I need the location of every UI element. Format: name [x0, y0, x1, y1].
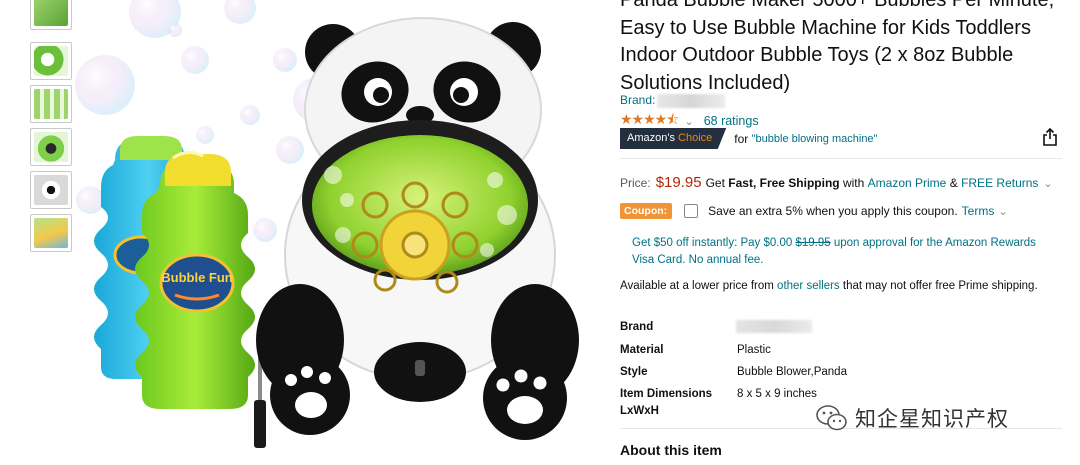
amazons-choice-row: Amazon's Choice for "bubble blowing mach… — [620, 128, 877, 149]
spec-value: Plastic — [737, 344, 771, 356]
offer-strike-price: $19.95 — [795, 237, 831, 249]
share-icon[interactable] — [1042, 128, 1058, 146]
spec-key: Material — [620, 344, 664, 356]
get-label: Get — [705, 176, 725, 190]
amp-label: & — [949, 176, 958, 190]
divider — [620, 158, 1062, 159]
brand-value-redacted — [736, 320, 812, 333]
thumbnail-5[interactable] — [30, 171, 72, 209]
price-row: Price: $19.95 Get Fast, Free Shipping wi… — [620, 174, 1053, 191]
thumbnail-2[interactable] — [30, 42, 72, 80]
brand-row: Brand: — [620, 93, 726, 108]
price-label: Price: — [620, 176, 651, 190]
choice-for-label: for — [734, 131, 749, 146]
badge-prefix: Amazon's — [627, 132, 675, 144]
thumbnail-6[interactable] — [30, 214, 72, 252]
spec-key: Style — [620, 366, 648, 378]
free-returns-link[interactable]: FREE Returns — [961, 176, 1038, 190]
offer-text-1: Get $50 off instantly: Pay $0.00 — [632, 237, 793, 249]
availability-note: Available at a lower price from other se… — [620, 278, 1050, 295]
coupon-terms-link[interactable]: Terms — [962, 204, 995, 218]
coupon-row: Coupon: Save an extra 5% when you apply … — [620, 203, 1008, 219]
about-this-item-heading: About this item — [620, 442, 722, 458]
spec-key: Brand — [620, 321, 654, 333]
ratings-count-link[interactable]: 68 ratings — [704, 114, 759, 128]
badge-suffix: Choice — [678, 132, 713, 144]
choice-keyword-link[interactable]: "bubble blowing machine" — [752, 133, 878, 145]
brand-name-redacted[interactable] — [657, 93, 726, 108]
availability-text-2: that may not offer free Prime shipping. — [842, 280, 1038, 292]
with-label: with — [842, 176, 865, 190]
chevron-down-icon[interactable]: ⌄ — [998, 205, 1007, 218]
chevron-down-icon[interactable]: ⌄ — [1043, 177, 1052, 190]
spec-key: Item Dimensions LxWxH — [620, 388, 713, 417]
watermark: 知企星知识产权 — [815, 403, 1009, 433]
bottle-label-text: Bubble Fun — [161, 270, 233, 285]
thumbnail-1[interactable] — [30, 0, 72, 30]
amazon-prime-link[interactable]: Amazon Prime — [868, 176, 947, 190]
wechat-icon — [816, 405, 847, 431]
availability-text-1: Available at a lower price from — [620, 280, 774, 292]
spec-value: 8 x 5 x 9 inches — [737, 388, 817, 400]
product-title: Panda Bubble Maker 5000+ Bubbles Per Min… — [620, 0, 1055, 94]
thumbnail-4[interactable] — [30, 128, 72, 166]
shipping-label: Fast, Free Shipping — [728, 176, 840, 190]
chevron-down-icon[interactable]: ⌄ — [684, 115, 693, 128]
watermark-text: 知企星知识产权 — [855, 408, 1009, 431]
visa-card-offer[interactable]: Get $50 off instantly: Pay $0.00 $19.95 … — [632, 235, 1042, 269]
spec-value: Bubble Blower,Panda — [737, 366, 847, 378]
coupon-text: Save an extra 5% when you apply this cou… — [708, 204, 958, 218]
panda-bubble-machine-illustration: Bubble Fun — [75, 0, 579, 448]
product-main-image[interactable]: Bubble Fun — [75, 0, 595, 460]
price-value: $19.95 — [655, 174, 702, 191]
brand-label: Brand: — [620, 93, 656, 107]
other-sellers-link[interactable]: other sellers — [777, 280, 840, 292]
thumbnail-3[interactable] — [30, 85, 72, 123]
coupon-tag: Coupon: — [620, 203, 673, 219]
coupon-checkbox[interactable] — [684, 204, 699, 218]
amazons-choice-badge[interactable]: Amazon's Choice — [620, 128, 727, 149]
